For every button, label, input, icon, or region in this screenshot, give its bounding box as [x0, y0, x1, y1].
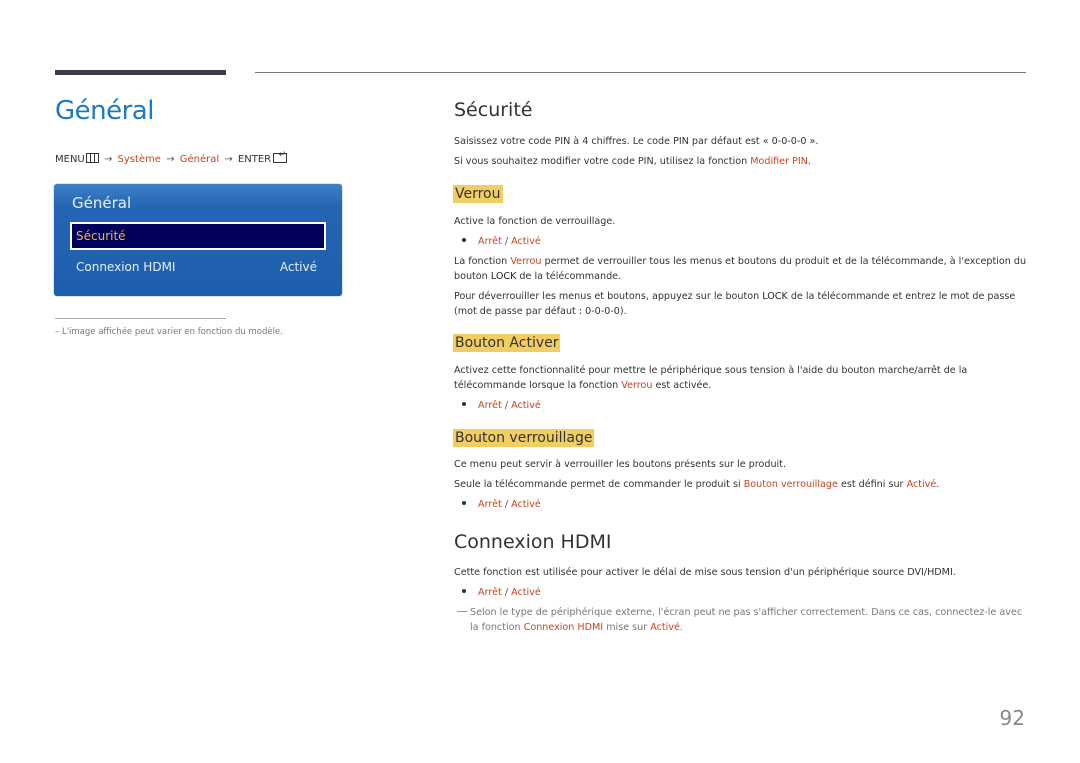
bullet-icon	[462, 501, 466, 505]
option-active: Activé	[511, 236, 541, 247]
active-link: Activé	[650, 622, 680, 633]
text: est défini sur	[837, 479, 907, 490]
securite-paragraph-2: Si vous souhaitez modifier votre code PI…	[454, 154, 1029, 169]
header-rule-thick	[55, 70, 226, 75]
lock-key-label: LOCK	[490, 271, 517, 282]
option-arret: Arrêt	[478, 587, 502, 598]
lock-key-label: LOCK	[762, 291, 788, 302]
osd-menu-item-value: Activé	[279, 260, 317, 274]
subsection-title-verrou: Verrou	[453, 185, 503, 203]
text: .	[679, 622, 683, 633]
bullet-icon	[462, 402, 466, 406]
option-active: Activé	[511, 499, 541, 510]
subsection-title-bouton-verrouillage: Bouton verrouillage	[453, 429, 595, 447]
verrou-link: Verrou	[510, 256, 542, 267]
osd-menu-panel: Général Sécurité Connexion HDMI Activé	[54, 184, 342, 296]
text: mise sur	[603, 622, 651, 633]
option-active: Activé	[511, 587, 541, 598]
connexion-hdmi-paragraph-1: Cette fonction est utilisée pour activer…	[454, 567, 956, 578]
model-note: – L'image affichée peut varier en foncti…	[55, 327, 283, 337]
header-rule-thin	[255, 72, 1026, 73]
menu-label: MENU	[55, 154, 85, 165]
arrow-icon: →	[103, 154, 113, 165]
note-divider	[55, 318, 226, 319]
separator: /	[504, 587, 509, 598]
section-title-connexion-hdmi: Connexion HDMI	[454, 531, 612, 553]
bouton-activer-paragraph-1: Activez cette fonctionnalité pour mettre…	[454, 363, 1029, 393]
option-active: Activé	[511, 400, 541, 411]
bouton-verrouillage-link: Bouton verrouillage	[743, 479, 838, 490]
text: La fonction	[454, 256, 511, 267]
separator: /	[504, 400, 509, 411]
modifier-pin-link: Modifier PIN	[750, 156, 808, 167]
bouton-verrouillage-paragraph-2: Seule la télécommande permet de commande…	[454, 477, 1029, 492]
page-number: 92	[999, 706, 1025, 730]
osd-menu-item-label: Sécurité	[76, 229, 126, 243]
osd-menu-item-securite[interactable]: Sécurité	[70, 222, 326, 250]
text: .	[936, 479, 940, 490]
osd-menu-title: Général	[72, 194, 132, 212]
enter-icon	[273, 150, 288, 163]
option-arret: Arrêt	[478, 400, 502, 411]
breadcrumb-systeme: Système	[117, 154, 161, 165]
option-arret: Arrêt	[478, 499, 502, 510]
bullet-icon	[462, 238, 466, 242]
breadcrumb-general: Général	[179, 154, 220, 165]
connexion-hdmi-options: Arrêt / Activé	[454, 585, 541, 600]
page-title: Général	[55, 96, 154, 126]
text: Pour déverrouiller les menus et boutons,…	[454, 291, 763, 302]
bullet-icon	[462, 589, 466, 593]
osd-menu-item-connexion-hdmi[interactable]: Connexion HDMI Activé	[76, 260, 317, 274]
securite-paragraph-1: Saisissez votre code PIN à 4 chiffres. L…	[454, 136, 819, 147]
arrow-icon: →	[166, 154, 175, 165]
breadcrumb: MENU → Système → Général → ENTER	[55, 150, 288, 165]
verrou-link: Verrou	[621, 380, 653, 391]
separator: /	[504, 499, 509, 510]
verrou-options: Arrêt / Activé	[454, 234, 541, 249]
connexion-hdmi-note: Selon le type de périphérique externe, l…	[454, 605, 1030, 635]
text: .	[807, 156, 811, 167]
verrou-paragraph-3: Pour déverrouiller les menus et boutons,…	[454, 289, 1029, 319]
arrow-icon: →	[224, 154, 233, 165]
text: de la télécommande.	[516, 271, 622, 282]
text: Seule la télécommande permet de commande…	[454, 479, 744, 490]
text: est activée.	[652, 380, 712, 391]
separator: /	[504, 236, 509, 247]
verrou-paragraph-2: La fonction Verrou permet de verrouiller…	[454, 254, 1029, 284]
active-link: Activé	[906, 479, 937, 490]
menu-grid-icon	[85, 153, 99, 163]
connexion-hdmi-link: Connexion HDMI	[523, 622, 604, 633]
subsection-title-bouton-activer: Bouton Activer	[453, 334, 561, 352]
osd-menu-item-label: Connexion HDMI	[76, 260, 176, 274]
bouton-verrouillage-paragraph-1: Ce menu peut servir à verrouiller les bo…	[454, 459, 786, 470]
section-title-securite: Sécurité	[454, 99, 533, 121]
bouton-verrouillage-options: Arrêt / Activé	[454, 497, 541, 512]
verrou-paragraph-1: Active la fonction de verrouillage.	[454, 216, 616, 227]
enter-label: ENTER	[237, 154, 272, 165]
text: Si vous souhaitez modifier votre code PI…	[454, 156, 751, 167]
option-arret: Arrêt	[478, 236, 502, 247]
bouton-activer-options: Arrêt / Activé	[454, 398, 541, 413]
note-dash-icon	[457, 611, 467, 612]
